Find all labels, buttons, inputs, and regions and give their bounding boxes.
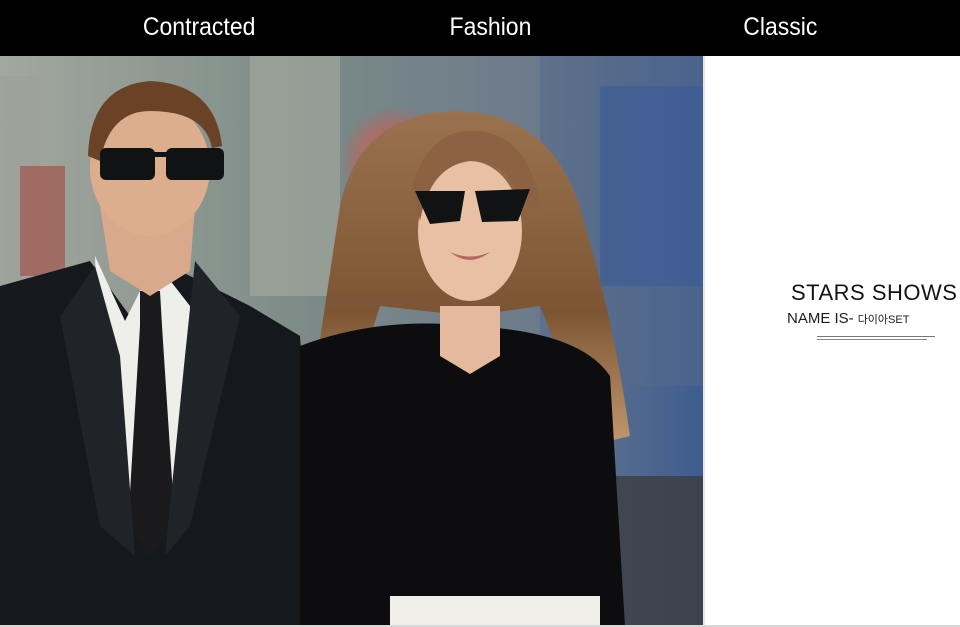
fashion-photo-illustration [0,56,703,627]
fine-print-lines [817,335,937,342]
header-label-fashion: Fashion [449,13,532,41]
text-panel: STARS SHOWS NAME IS- 다이아SET [703,56,960,627]
header-label-contracted: Contracted [142,13,256,41]
panel-title: STARS SHOWS [791,280,958,305]
header-bar: Contracted Fashion Classic [0,0,960,56]
name-row: NAME IS- 다이아SET [787,310,909,327]
fashion-photo [0,56,703,627]
header-label-classic: Classic [743,13,818,41]
name-value: 다이아SET [857,314,910,326]
name-label: NAME IS- [787,310,854,327]
